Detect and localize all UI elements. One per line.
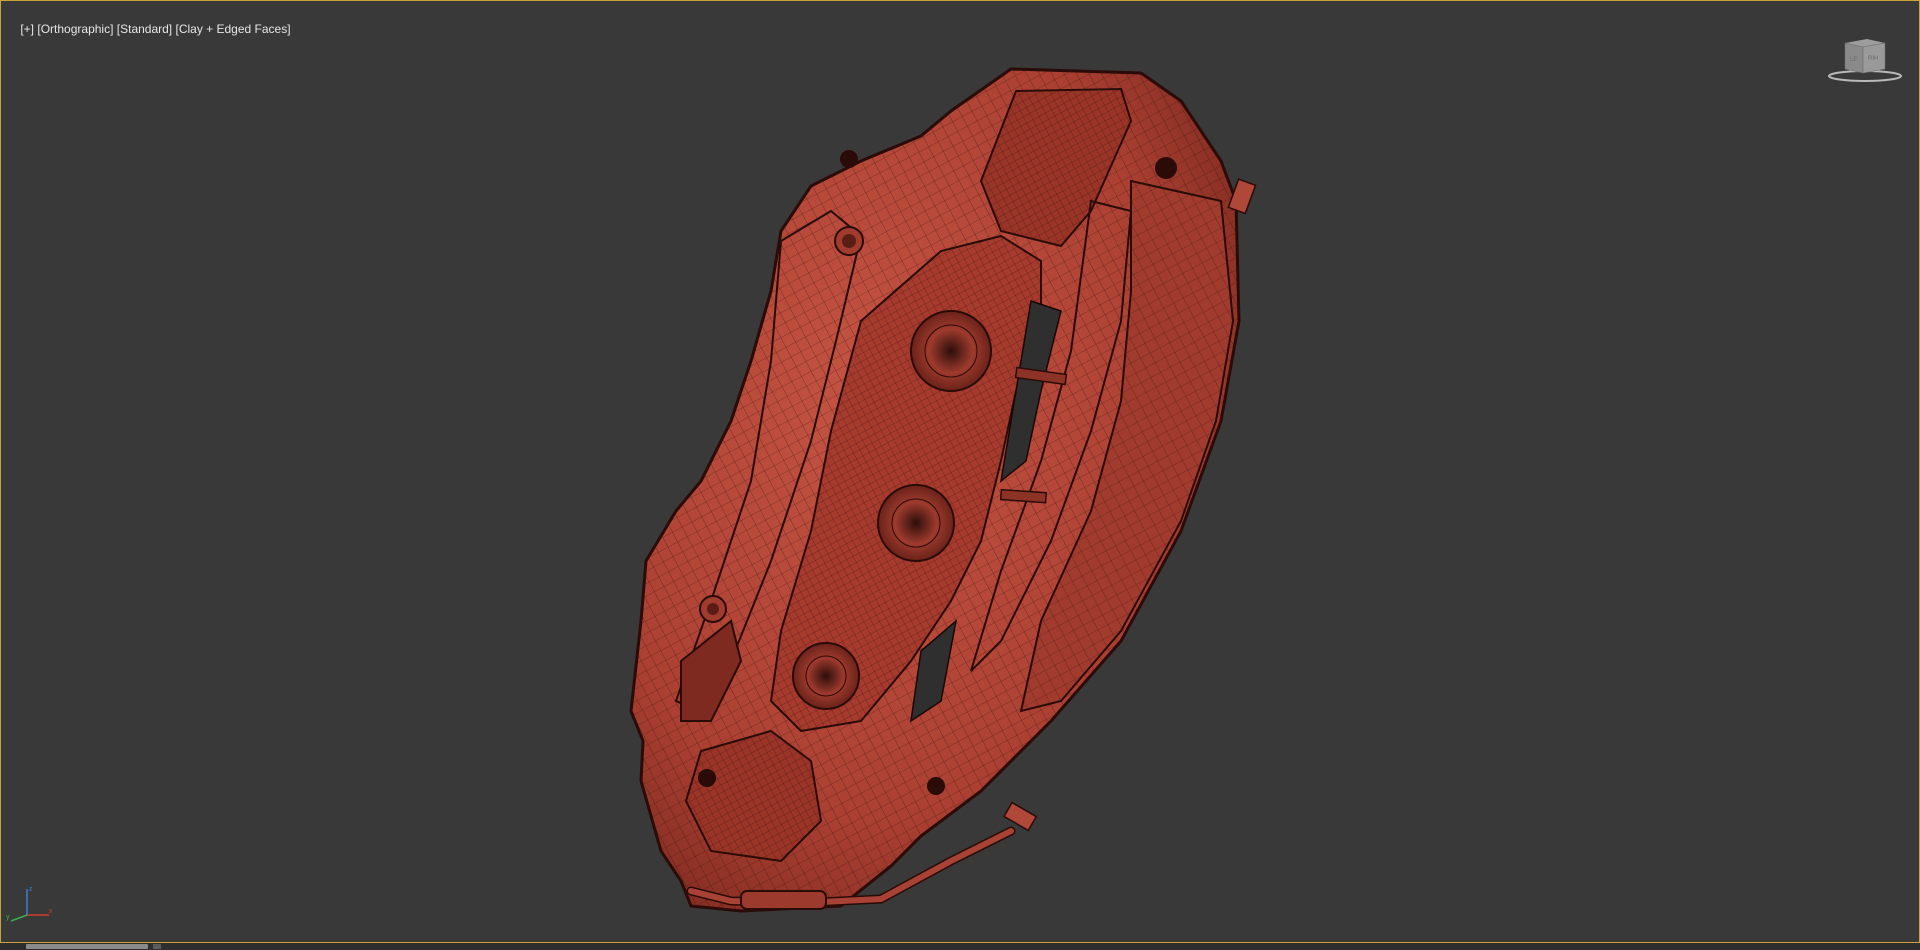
piston-bottom: [792, 642, 860, 710]
viewcube-icon[interactable]: LE RIH: [1827, 39, 1903, 85]
axis-x-label: x: [49, 908, 53, 915]
brake-caliper-model[interactable]: [621, 61, 1281, 921]
axis-tripod-icon: x y z: [5, 883, 55, 923]
axis-y-label: y: [6, 914, 10, 921]
viewport-plus-menu[interactable]: [+]: [20, 22, 34, 36]
viewport-shading-preset-menu[interactable]: [Standard]: [117, 22, 172, 36]
viewcube-left-label: LE: [1850, 57, 1857, 63]
viewport-visual-style-menu[interactable]: [Clay + Edged Faces]: [175, 22, 290, 36]
time-slider-bar: [0, 943, 1920, 950]
piston-middle: [877, 484, 955, 562]
viewport-label-menu: [+] [Orthographic] [Standard] [Clay + Ed…: [7, 8, 290, 50]
time-slider-thumb[interactable]: [26, 944, 148, 949]
viewport-point-of-view-menu[interactable]: [Orthographic]: [37, 22, 113, 36]
piston-top: [910, 310, 992, 392]
axis-y-line: [10, 914, 28, 922]
axis-z-label: z: [29, 886, 33, 893]
time-slider-next-arrow[interactable]: [153, 944, 161, 949]
perspective-viewport[interactable]: [+] [Orthographic] [Standard] [Clay + Ed…: [0, 0, 1920, 943]
viewcube-front-label: RIH: [1868, 56, 1878, 62]
